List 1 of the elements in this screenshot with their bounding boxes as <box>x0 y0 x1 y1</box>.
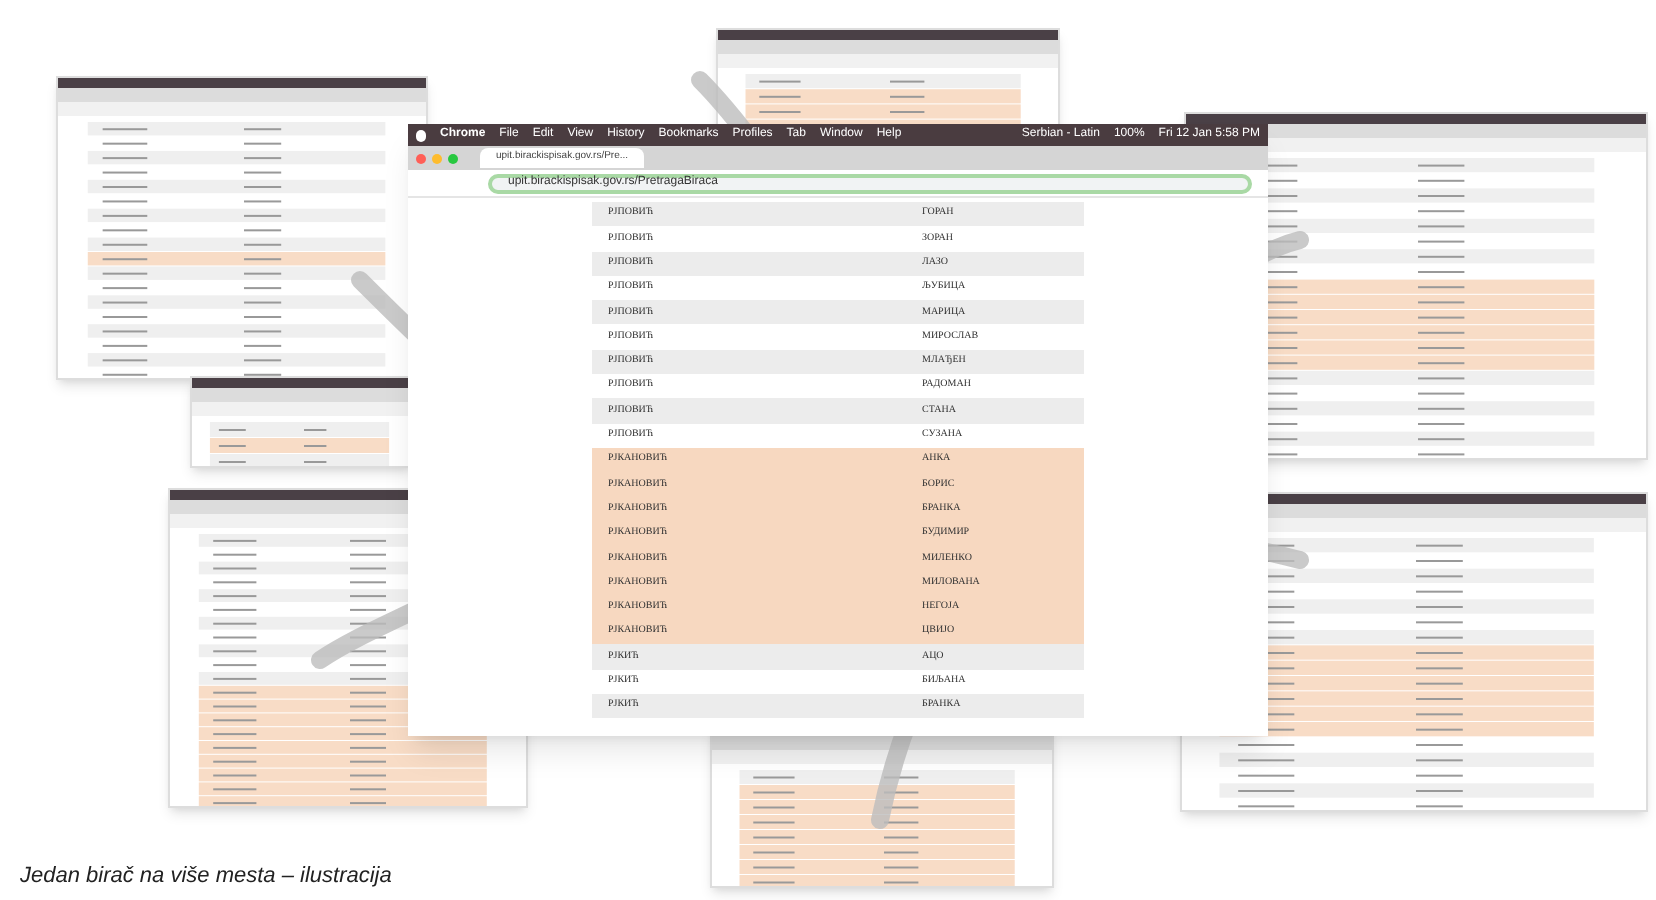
caption: Jedan birač na više mesta – ilustracija <box>20 862 392 892</box>
